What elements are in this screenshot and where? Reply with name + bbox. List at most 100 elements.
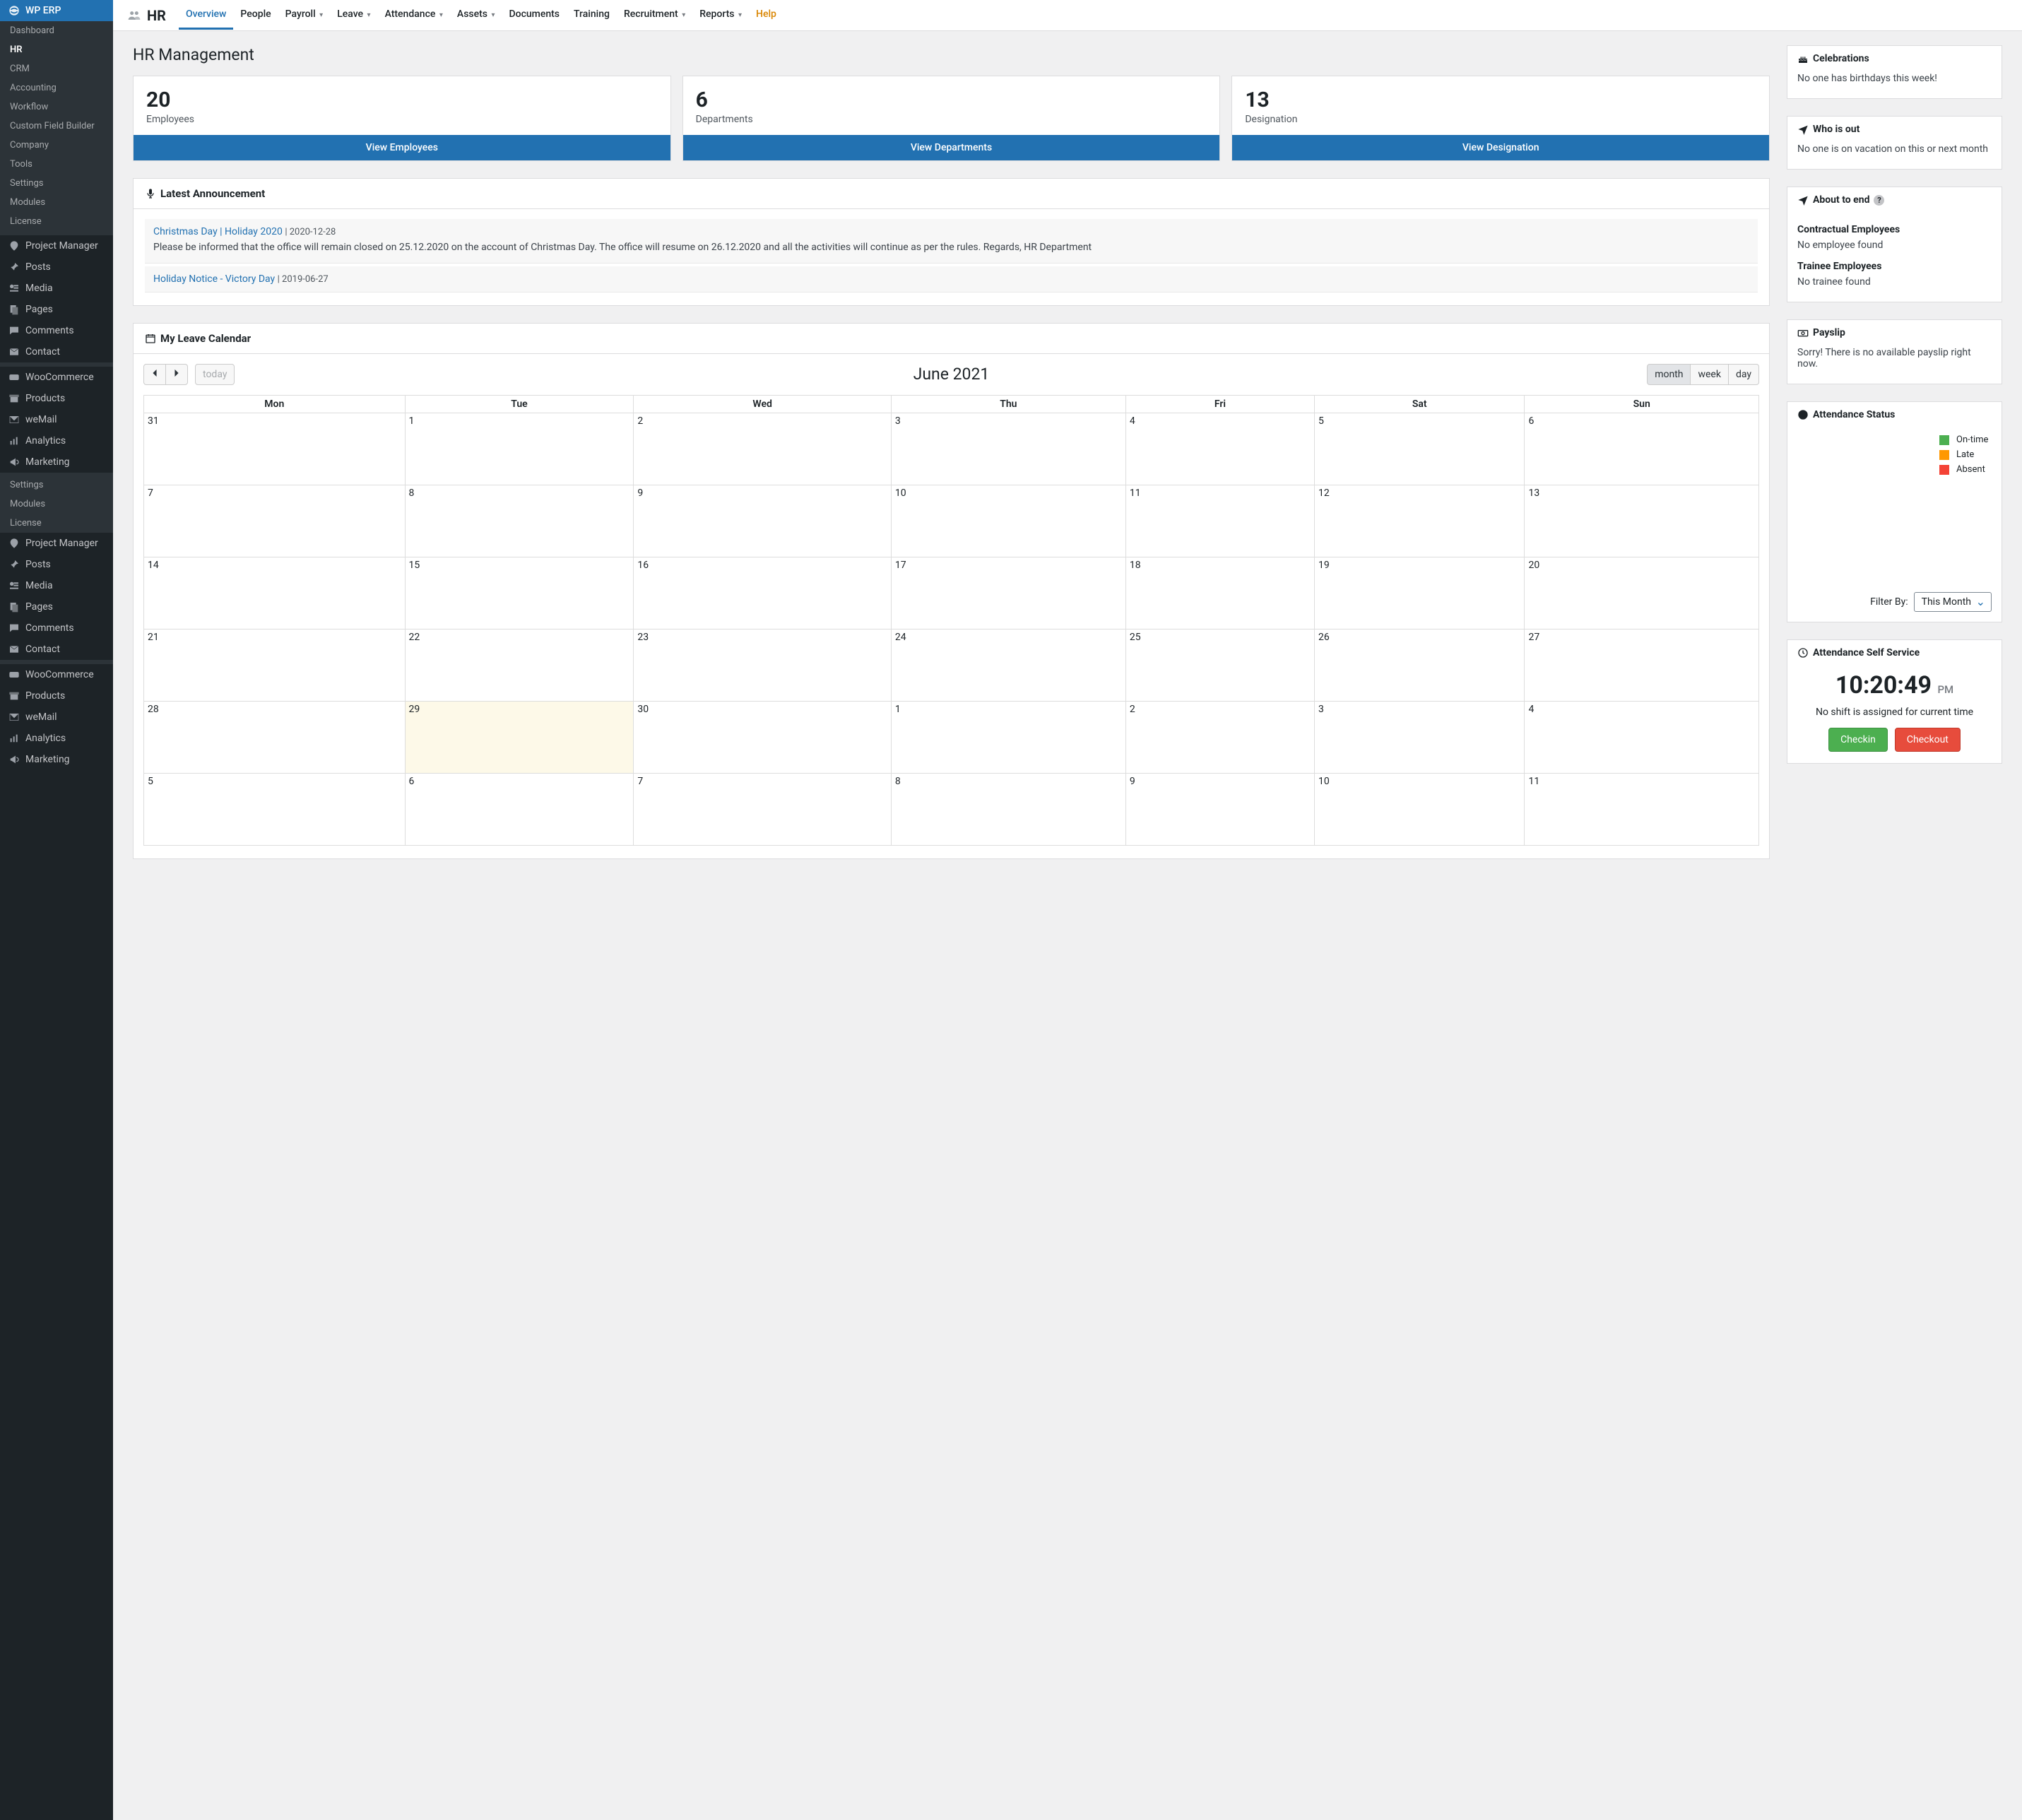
calendar-cell[interactable]: 1 [891, 701, 1125, 773]
sidebar-sub-item[interactable]: Custom Field Builder [0, 117, 113, 136]
sidebar-item[interactable]: Media [0, 575, 113, 596]
sidebar-item[interactable]: Comments [0, 618, 113, 639]
nav-item-overview[interactable]: Overview [179, 1, 233, 30]
calendar-cell[interactable]: 15 [405, 557, 634, 629]
calendar-cell[interactable]: 3 [1315, 701, 1525, 773]
calendar-view-day[interactable]: day [1729, 364, 1759, 385]
calendar-cell[interactable]: 14 [144, 557, 406, 629]
calendar-cell[interactable]: 24 [891, 629, 1125, 701]
calendar-cell[interactable]: 26 [1315, 629, 1525, 701]
sidebar-item[interactable]: Posts [0, 256, 113, 278]
checkin-button[interactable]: Checkin [1828, 728, 1888, 752]
calendar-cell[interactable]: 13 [1525, 485, 1759, 557]
calendar-cell[interactable]: 31 [144, 413, 406, 485]
calendar-cell[interactable]: 17 [891, 557, 1125, 629]
calendar-prev-button[interactable] [143, 364, 166, 385]
calendar-cell[interactable]: 10 [1315, 773, 1525, 845]
calendar-cell[interactable]: 12 [1315, 485, 1525, 557]
nav-item-leave[interactable]: Leave ▾ [330, 1, 377, 30]
sidebar-item[interactable]: Posts [0, 554, 113, 575]
nav-item-reports[interactable]: Reports ▾ [692, 1, 749, 30]
sidebar-item[interactable]: Marketing [0, 749, 113, 770]
calendar-cell[interactable]: 22 [405, 629, 634, 701]
sidebar-sub-item[interactable]: Settings [0, 475, 113, 495]
sidebar-sub-item[interactable]: Modules [0, 495, 113, 514]
calendar-cell[interactable]: 29 [405, 701, 634, 773]
calendar-cell[interactable]: 20 [1525, 557, 1759, 629]
nav-item-recruitment[interactable]: Recruitment ▾ [617, 1, 692, 30]
calendar-cell[interactable]: 9 [634, 485, 892, 557]
calendar-cell[interactable]: 8 [891, 773, 1125, 845]
calendar-cell[interactable]: 2 [1125, 701, 1314, 773]
nav-item-payroll[interactable]: Payroll ▾ [278, 1, 331, 30]
calendar-cell[interactable]: 11 [1125, 485, 1314, 557]
calendar-cell[interactable]: 21 [144, 629, 406, 701]
sidebar-sub-item[interactable]: Tools [0, 155, 113, 174]
calendar-cell[interactable]: 19 [1315, 557, 1525, 629]
sidebar-sub-item[interactable]: Company [0, 136, 113, 155]
calendar-cell[interactable]: 25 [1125, 629, 1314, 701]
filter-select[interactable]: This Month [1914, 592, 1992, 612]
announcement-link[interactable]: Holiday Notice - Victory Day [153, 273, 275, 285]
calendar-cell[interactable]: 27 [1525, 629, 1759, 701]
announcement-link[interactable]: Christmas Day | Holiday 2020 [153, 226, 283, 237]
calendar-cell[interactable]: 8 [405, 485, 634, 557]
calendar-cell[interactable]: 4 [1525, 701, 1759, 773]
calendar-today-button[interactable]: today [195, 364, 235, 385]
calendar-view-week[interactable]: week [1691, 364, 1728, 385]
calendar-cell[interactable]: 6 [405, 773, 634, 845]
sidebar-item[interactable]: Analytics [0, 430, 113, 451]
sidebar-item[interactable]: Comments [0, 320, 113, 341]
sidebar-item[interactable]: Contact [0, 341, 113, 362]
sidebar-sub-item[interactable]: Accounting [0, 78, 113, 98]
sidebar-sub-item[interactable]: CRM [0, 59, 113, 78]
sidebar-item[interactable]: WooCommerce [0, 664, 113, 685]
calendar-cell[interactable]: 2 [634, 413, 892, 485]
calendar-cell[interactable]: 3 [891, 413, 1125, 485]
sidebar-sub-item[interactable]: HR [0, 40, 113, 59]
calendar-cell[interactable]: 30 [634, 701, 892, 773]
checkout-button[interactable]: Checkout [1895, 728, 1961, 752]
sidebar-sub-item[interactable]: License [0, 212, 113, 231]
calendar-cell[interactable]: 28 [144, 701, 406, 773]
sidebar-item[interactable]: Pages [0, 299, 113, 320]
sidebar-item[interactable]: Contact [0, 639, 113, 660]
sidebar-item[interactable]: Media [0, 278, 113, 299]
sidebar-item[interactable]: Project Manager [0, 235, 113, 256]
calendar-cell[interactable]: 10 [891, 485, 1125, 557]
sidebar-item[interactable]: Products [0, 685, 113, 707]
sidebar-item[interactable]: weMail [0, 707, 113, 728]
nav-item-assets[interactable]: Assets ▾ [450, 1, 502, 30]
calendar-cell[interactable]: 16 [634, 557, 892, 629]
calendar-cell[interactable]: 5 [1315, 413, 1525, 485]
nav-item-help[interactable]: Help [749, 1, 784, 30]
sidebar-item[interactable]: Analytics [0, 728, 113, 749]
calendar-cell[interactable]: 4 [1125, 413, 1314, 485]
calendar-cell[interactable]: 7 [634, 773, 892, 845]
sidebar-sub-item[interactable]: License [0, 514, 113, 533]
calendar-next-button[interactable] [166, 364, 188, 385]
sidebar-item[interactable]: WooCommerce [0, 367, 113, 388]
calendar-cell[interactable]: 11 [1525, 773, 1759, 845]
calendar-cell[interactable]: 1 [405, 413, 634, 485]
stat-view-button[interactable]: View Designation [1232, 135, 1769, 160]
nav-item-documents[interactable]: Documents [502, 1, 567, 30]
sidebar-item[interactable]: weMail [0, 409, 113, 430]
nav-item-training[interactable]: Training [567, 1, 617, 30]
sidebar-sub-item[interactable]: Dashboard [0, 21, 113, 40]
sidebar-item[interactable]: Pages [0, 596, 113, 618]
calendar-cell[interactable]: 23 [634, 629, 892, 701]
sidebar-sub-item[interactable]: Settings [0, 174, 113, 193]
sidebar-item[interactable]: Marketing [0, 451, 113, 473]
calendar-view-month[interactable]: month [1647, 364, 1691, 385]
sidebar-item[interactable]: Project Manager [0, 533, 113, 554]
calendar-cell[interactable]: 18 [1125, 557, 1314, 629]
calendar-cell[interactable]: 5 [144, 773, 406, 845]
sidebar-sub-item[interactable]: Modules [0, 193, 113, 212]
calendar-cell[interactable]: 7 [144, 485, 406, 557]
nav-item-attendance[interactable]: Attendance ▾ [378, 1, 450, 30]
stat-view-button[interactable]: View Employees [134, 135, 670, 160]
sidebar-sub-item[interactable]: Workflow [0, 98, 113, 117]
calendar-cell[interactable]: 9 [1125, 773, 1314, 845]
sidebar-item[interactable]: Products [0, 388, 113, 409]
